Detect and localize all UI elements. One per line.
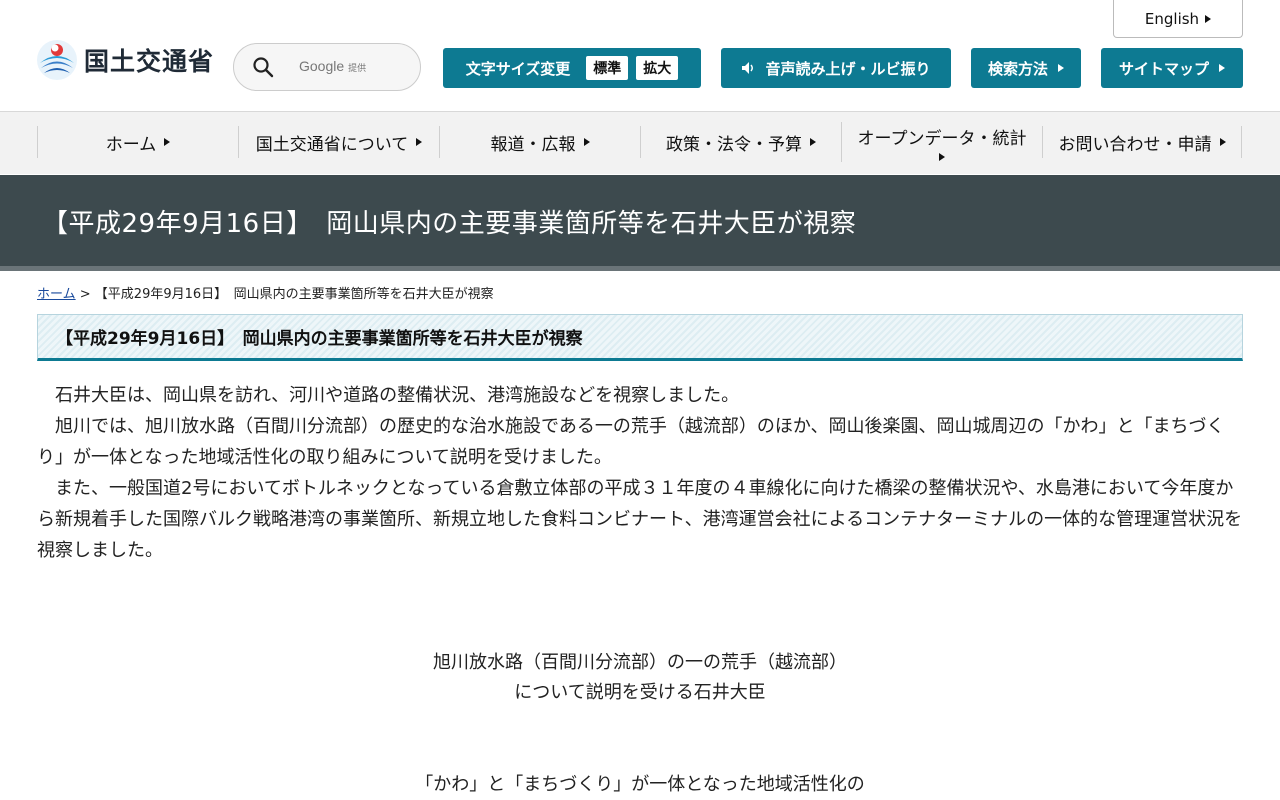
arrow-right-icon [416, 138, 423, 146]
nav-item-label: オープンデータ・統計 [857, 128, 1027, 149]
nav-item-label: 政策・法令・予算 [666, 134, 802, 155]
arrow-right-icon [164, 138, 171, 146]
speaker-icon [742, 62, 754, 74]
nav-item-about[interactable]: 国土交通省について [238, 126, 439, 158]
caption-line: について説明を受ける石井大臣 [514, 682, 766, 703]
article-paragraph: また、一般国道2号においてボトルネックとなっている倉敷立体部の平成３１年度の４車… [37, 478, 1243, 561]
caption-line: 旭川放水路（百間川分流部）の一の荒手（越流部） [433, 652, 847, 673]
arrow-right-icon [1219, 138, 1226, 146]
font-size-standard-button[interactable]: 標準 [586, 56, 629, 80]
search-method-label: 検索方法 [987, 59, 1048, 78]
arrow-right-icon [583, 138, 590, 146]
arrow-right-icon [810, 138, 816, 146]
nav-item-contact[interactable]: お問い合わせ・申請 [1042, 126, 1242, 158]
read-aloud-label: 音声読み上げ・ルビ振り [765, 59, 931, 78]
breadcrumb-home-link[interactable]: ホーム [37, 287, 76, 302]
english-label: English [1144, 9, 1200, 28]
photo-caption-1: 旭川放水路（百間川分流部）の一の荒手（越流部） について説明を受ける石井大臣 [0, 648, 1280, 708]
nav-item-label: お問い合わせ・申請 [1058, 134, 1212, 155]
article-paragraph: 石井大臣は、岡山県を訪れ、河川や道路の整備状況、港湾施設などを視察しました。 [55, 385, 740, 406]
sitemap-button[interactable]: サイトマップ [1101, 48, 1243, 88]
logo-text: 国土交通省 [84, 47, 215, 76]
site-header: 国土交通省 Google 提供 English 文字サイズ変更 標準 拡大 音声読… [0, 0, 1280, 112]
photo-caption-2: 「かわ」と「まちづくり」が一体となった地域活性化の [0, 770, 1280, 800]
nav-item-label: ホーム [105, 134, 157, 155]
page-title-band: 【平成29年9月16日】 岡山県内の主要事業箇所等を石井大臣が視察 [0, 175, 1280, 266]
font-size-large-button[interactable]: 拡大 [636, 56, 679, 80]
nav-item-opendata[interactable]: オープンデータ・統計 [841, 122, 1042, 162]
sitemap-label: サイトマップ [1118, 59, 1209, 78]
search-input[interactable] [284, 58, 398, 76]
global-nav: ホーム 国土交通省について 報道・広報 政策・法令・予算 オープンデータ・統計 … [0, 112, 1280, 174]
caption-line: 「かわ」と「まちづくり」が一体となった地域活性化の [415, 774, 865, 795]
font-size-control: 文字サイズ変更 標準 拡大 [443, 48, 701, 88]
search-box[interactable]: Google 提供 [233, 43, 421, 91]
page-title: 【平成29年9月16日】 岡山県内の主要事業箇所等を石井大臣が視察 [42, 209, 857, 239]
arrow-right-icon [939, 152, 945, 161]
title-band-divider [0, 266, 1280, 271]
nav-item-label: 国土交通省について [255, 134, 409, 155]
nav-item-policy[interactable]: 政策・法令・予算 [640, 126, 841, 158]
search-icon[interactable] [252, 56, 274, 78]
breadcrumb-separator: > [75, 287, 95, 302]
arrow-right-icon [1219, 64, 1225, 72]
mlit-logo[interactable]: 国土交通省 [36, 37, 214, 83]
article-paragraph: 旭川では、旭川放水路（百間川分流部）の歴史的な治水施設である一の荒手（越流部）の… [37, 416, 1225, 468]
nav-item-press[interactable]: 報道・広報 [439, 126, 640, 158]
section-heading: 【平成29年9月16日】 岡山県内の主要事業箇所等を石井大臣が視察 [37, 314, 1243, 361]
english-link[interactable]: English [1113, 0, 1243, 38]
breadcrumb-current: 【平成29年9月16日】 岡山県内の主要事業箇所等を石井大臣が視察 [94, 287, 494, 302]
font-size-label: 文字サイズ変更 [465, 59, 571, 78]
nav-item-home[interactable]: ホーム [37, 126, 238, 158]
arrow-right-icon [1058, 64, 1064, 72]
breadcrumb: ホーム > 【平成29年9月16日】 岡山県内の主要事業箇所等を石井大臣が視察 [37, 283, 494, 302]
read-aloud-button[interactable]: 音声読み上げ・ルビ振り [721, 48, 951, 88]
logo-mark-icon [37, 40, 77, 80]
article-body: 石井大臣は、岡山県を訪れ、河川や道路の整備状況、港湾施設などを視察しました。 旭… [37, 380, 1243, 566]
section-heading-text: 【平成29年9月16日】 岡山県内の主要事業箇所等を石井大臣が視察 [56, 329, 583, 349]
arrow-right-icon [1205, 14, 1212, 23]
nav-item-label: 報道・広報 [490, 134, 576, 155]
search-method-button[interactable]: 検索方法 [971, 48, 1081, 88]
